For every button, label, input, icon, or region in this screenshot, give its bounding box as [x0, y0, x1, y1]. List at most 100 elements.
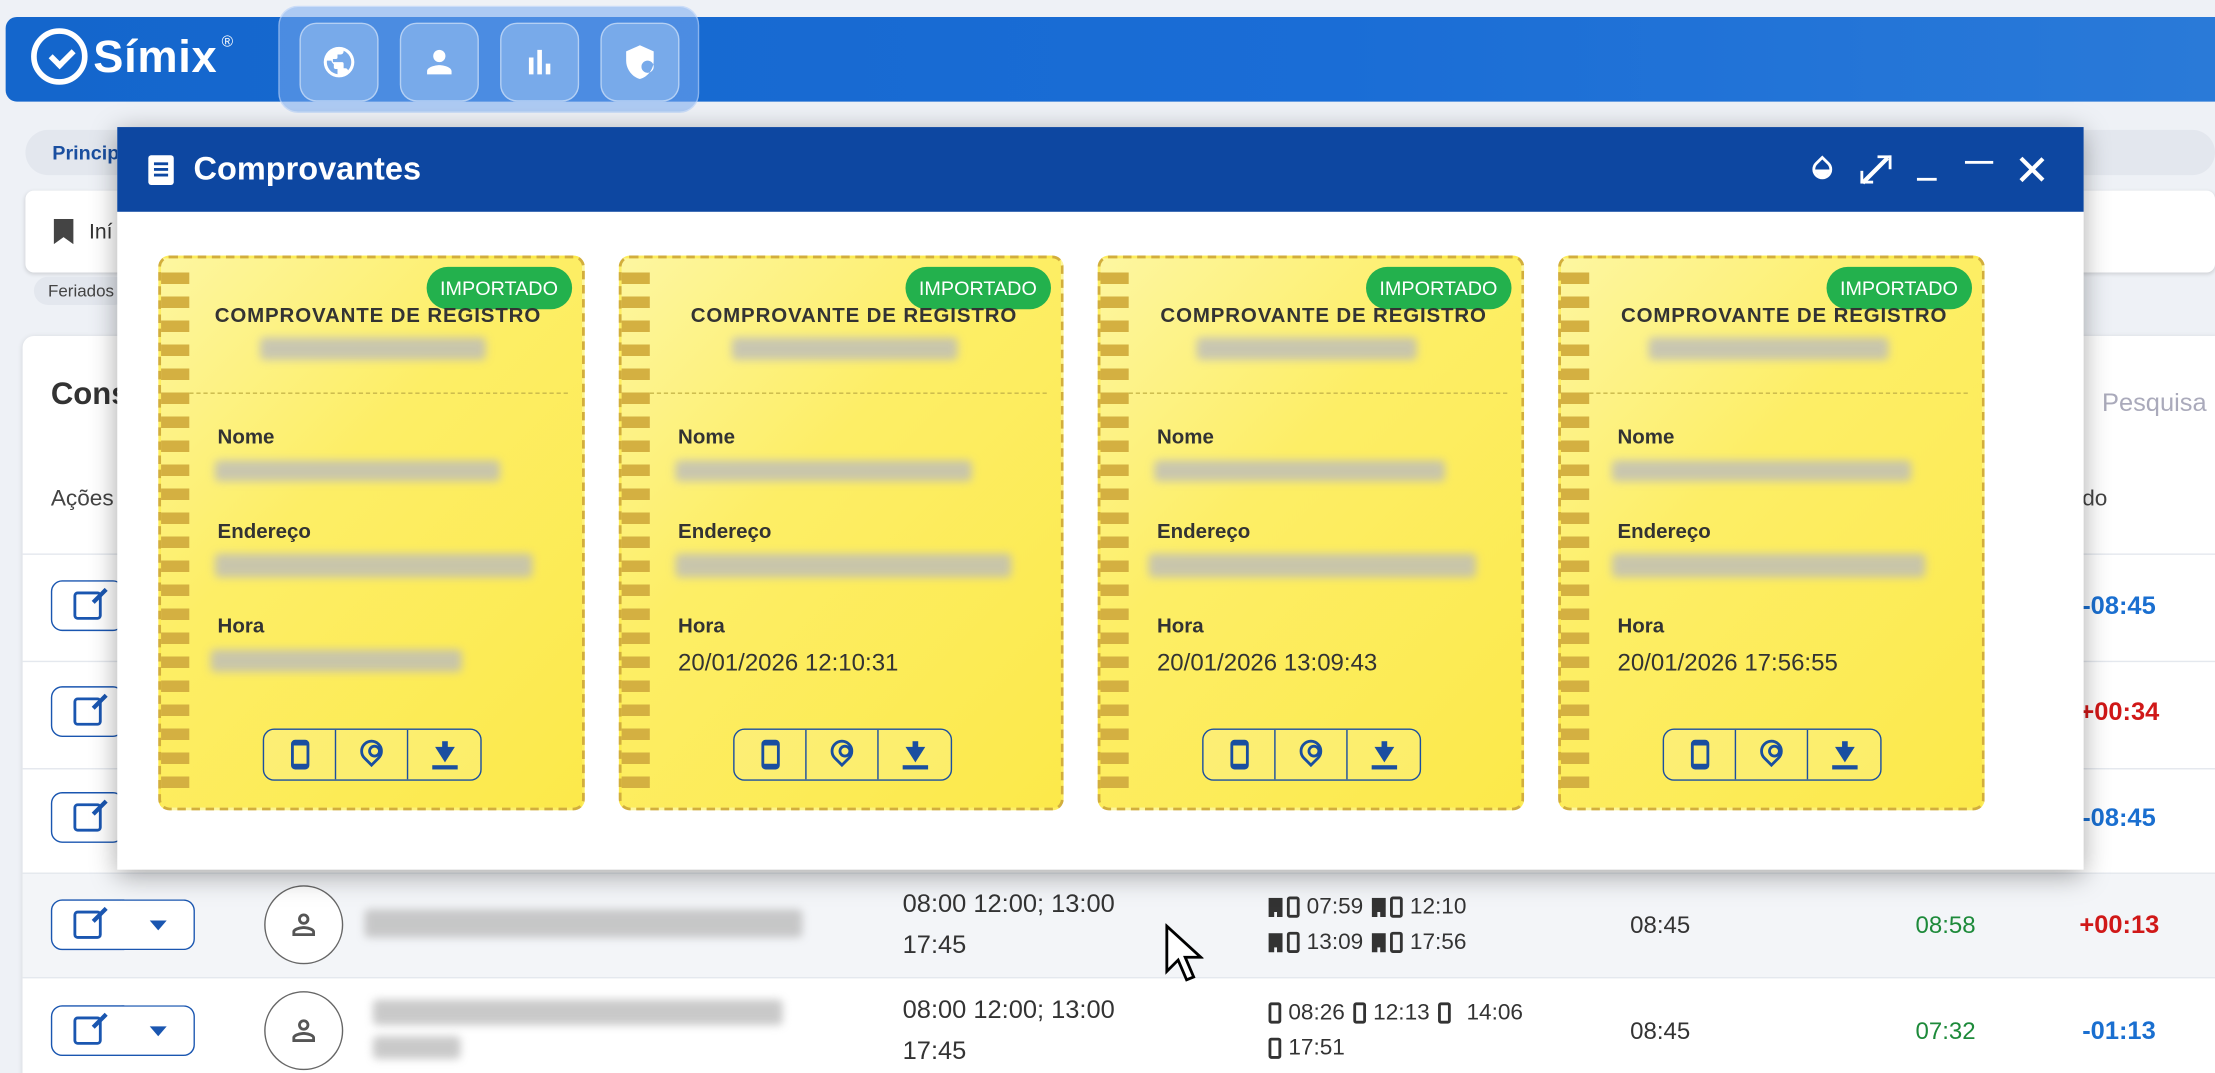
divider — [1589, 392, 1968, 394]
bar-chart-icon — [528, 49, 551, 75]
worked-hours: 08:58 — [1915, 912, 1976, 939]
device-button[interactable] — [1204, 729, 1276, 780]
divider — [649, 392, 1047, 394]
expand-icon — [1860, 155, 1888, 184]
punch-time: 13:09 — [1306, 930, 1364, 955]
address-label: Endereço — [1617, 520, 1711, 544]
phone-icon — [1390, 931, 1403, 953]
brand-logo[interactable]: Símix ® — [31, 28, 234, 85]
redacted-employee-name — [364, 909, 803, 938]
time-label: Hora — [1617, 615, 1665, 639]
location-pin-icon — [1755, 735, 1788, 768]
opacity-button[interactable] — [1804, 151, 1841, 188]
edit-button[interactable] — [50, 580, 125, 632]
punch-entry[interactable]: 12:13 — [1353, 995, 1430, 1030]
chevron-down-icon — [149, 1025, 166, 1036]
status-badge: IMPORTADO — [1825, 266, 1973, 310]
address-label: Endereço — [217, 520, 311, 544]
name-label: Nome — [678, 426, 735, 449]
location-button[interactable] — [807, 729, 879, 780]
punch-time: 17:56 — [1409, 930, 1467, 955]
download-button[interactable] — [1808, 730, 1880, 779]
location-button[interactable] — [1276, 729, 1348, 780]
punch-entry[interactable]: 13:09 — [1268, 925, 1364, 960]
receipt-actions — [733, 728, 953, 781]
edit-button[interactable] — [50, 1005, 125, 1057]
nav-security-button[interactable] — [600, 22, 680, 102]
holidays-chip[interactable]: Feriados — [33, 276, 129, 305]
row-menu-button[interactable] — [121, 899, 195, 951]
location-button[interactable] — [1736, 729, 1809, 780]
device-button[interactable] — [1664, 729, 1737, 780]
person-outline-icon — [292, 913, 316, 937]
redacted-address — [675, 553, 1012, 578]
redacted-company — [259, 337, 486, 361]
close-button[interactable] — [2013, 151, 2050, 188]
search-input[interactable]: Pesquisa — [2102, 388, 2207, 418]
opacity-icon — [1808, 155, 1837, 184]
status-badge: IMPORTADO — [904, 266, 1051, 310]
tab-home[interactable]: Iní — [89, 220, 113, 244]
breadcrumb-home[interactable]: Princip — [52, 141, 119, 164]
time-value: 20/01/2026 17:56:55 — [1617, 649, 1838, 677]
download-button[interactable] — [408, 730, 480, 779]
mouse-cursor-icon — [1165, 923, 1204, 982]
time-value: 20/01/2026 13:09:43 — [1156, 649, 1378, 677]
time-label: Hora — [678, 615, 725, 639]
name-label: Nome — [1617, 426, 1675, 449]
maximize-button[interactable] — [1961, 151, 1998, 188]
edit-button[interactable] — [50, 686, 125, 737]
download-button[interactable] — [1348, 730, 1420, 779]
punch-entry[interactable]: 07:59 — [1268, 889, 1363, 924]
redacted-employee-name — [372, 999, 783, 1025]
divider — [1128, 392, 1508, 394]
main-nav — [278, 5, 700, 113]
name-label: Nome — [217, 426, 275, 449]
edit-button[interactable] — [50, 899, 125, 951]
nav-globe-button[interactable] — [299, 22, 379, 102]
phone-icon — [1229, 739, 1249, 770]
punch-entry[interactable]: 08:26 — [1268, 995, 1345, 1030]
expected-hours: 08:45 — [1630, 912, 1691, 939]
edit-button[interactable] — [50, 792, 125, 843]
minimize-icon — [1916, 177, 1937, 182]
location-button[interactable] — [336, 729, 409, 780]
row-menu-button[interactable] — [121, 1005, 195, 1057]
punch-entry[interactable]: 17:56 — [1371, 925, 1467, 960]
punch-entry[interactable]: 12:10 — [1371, 889, 1466, 924]
dialog-header: Comprovantes — [117, 127, 2084, 212]
receipt-title: COMPROVANTE DE REGISTRO — [1620, 304, 1948, 328]
expand-button[interactable] — [1856, 151, 1893, 188]
punch-entry[interactable] — [1438, 995, 1458, 1030]
time-label: Hora — [217, 615, 265, 639]
brand-registered-mark: ® — [221, 33, 234, 51]
chevron-down-icon — [149, 919, 166, 930]
balance-column-header: do — [2082, 487, 2108, 512]
building-icon — [1371, 932, 1386, 953]
receipt-actions — [1662, 728, 1882, 781]
spiral-binding — [621, 272, 650, 795]
punch-entry[interactable]: 17:51 — [1268, 1031, 1345, 1066]
dialog-title: Comprovantes — [193, 149, 422, 187]
device-button[interactable] — [735, 729, 807, 780]
address-label: Endereço — [678, 520, 772, 544]
download-button[interactable] — [879, 730, 951, 779]
redacted-address — [1611, 553, 1926, 578]
receipt-title: COMPROVANTE DE REGISTRO — [690, 304, 1018, 328]
punch-time: 14:06 — [1466, 1000, 1524, 1025]
nav-person-button[interactable] — [399, 22, 479, 102]
address-label: Endereço — [1156, 520, 1251, 544]
divider — [189, 392, 568, 394]
redacted-name — [214, 460, 501, 482]
globe-icon — [323, 46, 355, 78]
avatar — [264, 991, 344, 1071]
nav-reports-button[interactable] — [500, 22, 580, 102]
punch-entry[interactable]: 14:06 — [1466, 995, 1523, 1030]
open-external-icon — [73, 1016, 102, 1045]
punch-time: 08:26 — [1288, 1000, 1345, 1025]
location-pin-icon — [355, 735, 388, 768]
redacted-company — [731, 337, 958, 361]
device-button[interactable] — [264, 729, 337, 780]
receipt-icon — [148, 155, 174, 185]
minimize-button[interactable] — [1908, 151, 1945, 188]
